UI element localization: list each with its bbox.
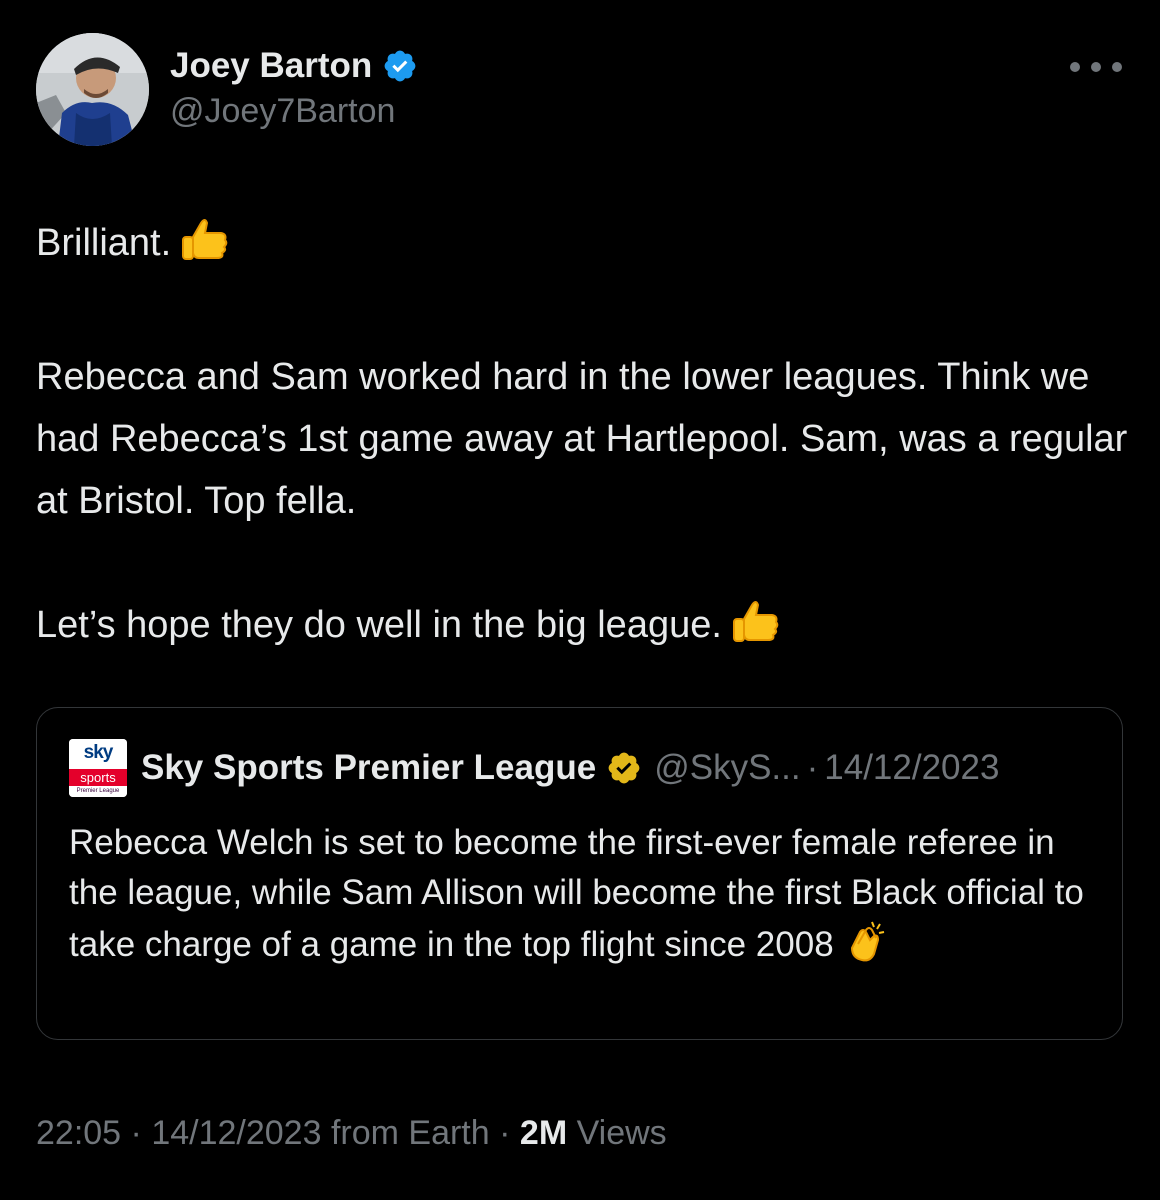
avatar-photo bbox=[36, 33, 149, 146]
quoted-display-name[interactable]: Sky Sports Premier League bbox=[141, 748, 596, 788]
tweet-paragraph: Rebecca and Sam worked hard in the lower… bbox=[36, 356, 1128, 522]
tweet-line: Brilliant. bbox=[36, 222, 172, 264]
logo-text: sports bbox=[69, 769, 127, 786]
views-count[interactable]: 2M bbox=[520, 1114, 567, 1152]
verified-badge-icon[interactable] bbox=[382, 48, 418, 84]
tweet-date[interactable]: 14/12/2023 bbox=[151, 1114, 321, 1152]
thumbs-up-icon bbox=[179, 213, 231, 284]
tweet-time[interactable]: 22:05 bbox=[36, 1114, 121, 1152]
sky-sports-logo[interactable]: sky sports Premier League bbox=[69, 739, 127, 797]
meta-separator: · bbox=[806, 748, 819, 787]
clapping-hands-icon bbox=[842, 918, 890, 980]
author-avatar[interactable] bbox=[36, 33, 149, 146]
logo-text: Premier League bbox=[69, 786, 127, 797]
quoted-date[interactable]: 14/12/2023 bbox=[824, 748, 999, 788]
footer-separator: · bbox=[499, 1114, 511, 1152]
tweet-line: Let’s hope they do well in the big leagu… bbox=[36, 604, 722, 646]
tweet-paragraph: Brilliant. bbox=[36, 212, 1136, 284]
quoted-tweet-text: Rebecca Welch is set to become the first… bbox=[69, 818, 1099, 980]
author-display-name[interactable]: Joey Barton bbox=[170, 46, 372, 86]
thumbs-up-icon bbox=[730, 595, 782, 666]
quoted-tweet-card[interactable]: sky sports Premier League Sky Sports Pre… bbox=[36, 707, 1123, 1040]
quoted-handle[interactable]: @SkyS... bbox=[654, 748, 800, 788]
views-label[interactable]: Views bbox=[577, 1114, 667, 1152]
tweet-paragraph: Let’s hope they do well in the big leagu… bbox=[36, 594, 1136, 666]
author-handle[interactable]: @Joey7Barton bbox=[170, 92, 395, 131]
logo-text: sky bbox=[69, 739, 127, 769]
gold-verified-badge-icon[interactable] bbox=[606, 750, 642, 786]
quoted-text-body: Rebecca Welch is set to become the first… bbox=[69, 823, 1084, 964]
tweet-text: Brilliant. Rebecca and Sam worked hard i… bbox=[36, 212, 1136, 666]
tweet-source: from Earth bbox=[330, 1114, 490, 1152]
dot bbox=[1091, 62, 1101, 72]
footer-separator: · bbox=[130, 1114, 142, 1152]
more-options-icon[interactable] bbox=[1070, 52, 1122, 82]
dot bbox=[1070, 62, 1080, 72]
tweet-footer: 22:05 · 14/12/2023 from Earth · 2M Views bbox=[36, 1114, 667, 1153]
dot bbox=[1112, 62, 1122, 72]
